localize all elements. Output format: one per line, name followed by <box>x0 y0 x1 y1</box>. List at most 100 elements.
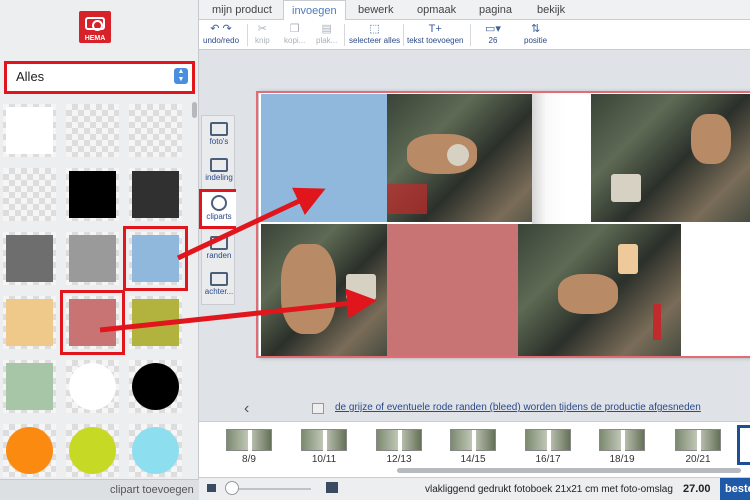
page-thumbnail[interactable] <box>226 429 272 452</box>
paste-icon: ▤ <box>321 23 332 35</box>
clipart-swatch[interactable] <box>3 232 56 285</box>
thumbnail-spine <box>697 430 701 452</box>
page-canvas[interactable]: ‹ de grijze of eventuele rode randen (bl… <box>236 50 750 421</box>
thumbnail-label: 18/19 <box>609 454 635 465</box>
clipart-swatch[interactable] <box>60 290 125 355</box>
chevron-updown-icon: ▲ ▼ <box>174 68 188 84</box>
bleed-checkbox[interactable] <box>312 403 324 414</box>
borders-tool[interactable]: randen <box>202 236 236 260</box>
side-tools: foto's indeling cliparts randen achter..… <box>199 115 239 305</box>
background-tool[interactable]: achter... <box>202 272 236 296</box>
paste-button[interactable]: ▤ plak... <box>316 23 337 45</box>
main-tabs: mijn product invoegen bewerk opmaak pagi… <box>199 0 750 21</box>
cut-button[interactable]: ✂ knip <box>255 23 270 45</box>
photo-worker-top[interactable] <box>591 94 750 222</box>
copy-button[interactable]: ❐ kopi... <box>284 23 305 45</box>
zoom-slider-handle[interactable] <box>225 481 239 495</box>
photo-workbench-top[interactable] <box>387 94 553 222</box>
previous-page-icon[interactable]: ‹ <box>244 400 249 418</box>
tab-pagina[interactable]: pagina <box>479 4 512 16</box>
category-value: Alles <box>16 69 45 84</box>
page-thumbnail[interactable] <box>525 429 571 452</box>
page-thumbnail[interactable] <box>376 429 422 452</box>
font-size-button[interactable]: ▭▾ 26 <box>485 23 501 45</box>
thumbnail-label: 8/9 <box>242 454 256 465</box>
clipart-swatch[interactable] <box>66 360 119 413</box>
clipart-swatch[interactable] <box>129 104 182 157</box>
clipart-swatch[interactable] <box>66 168 119 221</box>
layout-label: indeling <box>205 173 233 182</box>
thumbnail-scrollbar[interactable] <box>397 468 741 473</box>
clipart-swatch[interactable] <box>3 424 56 477</box>
tab-bewerk[interactable]: bewerk <box>358 4 393 16</box>
clipart-swatch[interactable] <box>66 104 119 157</box>
clipart-red-square[interactable] <box>387 224 518 356</box>
clipart-swatch[interactable] <box>3 360 56 413</box>
page-thumbnail[interactable] <box>675 429 721 452</box>
thumbnail-spine <box>323 430 327 452</box>
clipart-square <box>69 107 116 154</box>
cliparts-tool[interactable]: cliparts <box>199 189 239 229</box>
select-all-icon: ⬚ <box>369 23 380 35</box>
clipart-square <box>132 171 179 218</box>
page-thumbnails: 8/9 10/11 12/13 14/15 16/17 18/19 20/21 <box>199 421 750 477</box>
clipart-swatch[interactable] <box>123 226 188 291</box>
background-label: achter... <box>204 287 234 296</box>
bleed-note-text[interactable]: de grijze of eventuele rode randen (blee… <box>335 402 701 413</box>
clipart-swatch[interactable] <box>129 296 182 349</box>
add-text-button[interactable]: T+ tekst toevoegen <box>407 23 463 45</box>
copy-label: kopi... <box>284 36 306 45</box>
photo-worker-bottom[interactable] <box>261 224 387 356</box>
select-all-button[interactable]: ⬚ selecteer alles <box>349 23 400 45</box>
clipart-swatch[interactable] <box>3 296 56 349</box>
page-thumbnail[interactable] <box>301 429 347 452</box>
zoom-slider[interactable] <box>231 488 311 490</box>
tab-mijn-product[interactable]: mijn product <box>212 4 272 16</box>
position-button[interactable]: ⇅ positie <box>524 23 547 45</box>
clipart-square <box>132 299 179 346</box>
page-thumbnail[interactable] <box>450 429 496 452</box>
photobook-editor: HEMA Alles ▲ ▼ clipart toevoegen mijn pro… <box>0 0 750 500</box>
clipart-swatch[interactable] <box>66 232 119 285</box>
clipart-swatch[interactable] <box>129 360 182 413</box>
image-large-icon[interactable] <box>326 482 338 493</box>
frame-dropdown-icon: ▭▾ <box>485 23 501 35</box>
clipart-swatch[interactable] <box>129 424 182 477</box>
clipart-swatch[interactable] <box>129 168 182 221</box>
category-select[interactable]: Alles ▲ ▼ <box>4 61 195 94</box>
borders-label: randen <box>206 251 232 260</box>
undo-redo-button[interactable]: ↶ ↷ undo/redo <box>203 23 239 45</box>
clipart-square <box>69 171 116 218</box>
tab-opmaak[interactable]: opmaak <box>417 4 456 16</box>
clipart-swatch[interactable] <box>3 104 56 157</box>
image-small-icon[interactable] <box>207 484 216 492</box>
paste-label: plak... <box>316 36 338 45</box>
panel-scrollbar[interactable] <box>192 102 197 118</box>
cliparts-label: cliparts <box>206 212 232 221</box>
camera-icon <box>85 17 105 31</box>
tab-invoegen[interactable]: invoegen <box>283 0 346 21</box>
tab-bekijk[interactable]: bekijk <box>537 4 565 16</box>
photo-soldering-bottom[interactable] <box>518 224 681 356</box>
order-button[interactable]: bestellen <box>720 478 750 500</box>
add-text-label: tekst toevoegen <box>407 36 464 45</box>
layout-tool[interactable]: indeling <box>202 158 236 182</box>
clipart-swatch[interactable] <box>66 424 119 477</box>
clipart-grid <box>0 100 191 480</box>
clipart-blue-square[interactable] <box>261 94 387 222</box>
photo-flame <box>618 244 638 274</box>
photos-tool[interactable]: foto's <box>202 122 236 146</box>
photo-person <box>281 244 336 334</box>
clipart-square <box>132 107 179 154</box>
border-icon <box>210 236 228 250</box>
add-clipart-button[interactable]: clipart toevoegen <box>0 479 199 500</box>
font-size-label: 26 <box>488 36 498 45</box>
undo-redo-icon: ↶ ↷ <box>210 23 232 35</box>
photo-picture <box>611 174 641 202</box>
selected-thumbnail[interactable] <box>737 425 750 465</box>
page-thumbnail[interactable] <box>599 429 645 452</box>
clipart-swatch[interactable] <box>3 168 56 221</box>
divider <box>403 24 404 46</box>
thumbnail-spine <box>621 430 625 452</box>
clipart-square <box>69 299 116 346</box>
